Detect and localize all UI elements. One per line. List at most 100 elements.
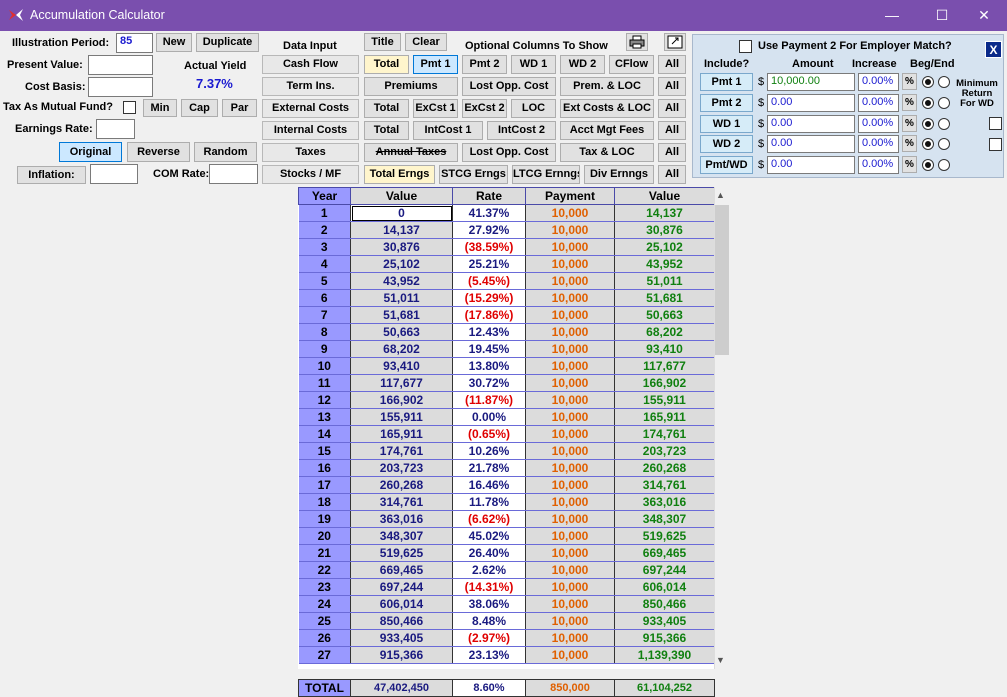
pmt1-amount-input[interactable]: 10,000.00 (767, 73, 855, 91)
payment-cell[interactable]: 10,000 (525, 272, 615, 290)
year-cell[interactable]: 4 (298, 255, 351, 273)
col-tax-loc[interactable]: Tax & LOC (560, 143, 654, 162)
year-cell[interactable]: 18 (298, 493, 351, 511)
rate-cell[interactable]: (0.65%) (452, 425, 526, 443)
col-loc[interactable]: LOC (511, 99, 556, 118)
year-cell[interactable]: 23 (298, 578, 351, 596)
wd2-min-return-checkbox[interactable] (989, 138, 1002, 151)
rate-cell[interactable]: 21.78% (452, 459, 526, 477)
printer-icon[interactable] (626, 33, 648, 51)
rate-cell[interactable]: 38.06% (452, 595, 526, 613)
col-div-ernings[interactable]: Div Ernngs (584, 165, 654, 184)
start-value-cell[interactable]: 174,761 (350, 442, 453, 460)
year-cell[interactable]: 3 (298, 238, 351, 256)
pmt1-beg-radio[interactable] (922, 76, 934, 88)
payment-cell[interactable]: 10,000 (525, 340, 615, 358)
year-cell[interactable]: 7 (298, 306, 351, 324)
pmt2-end-radio[interactable] (938, 97, 950, 109)
year-cell[interactable]: 2 (298, 221, 351, 239)
year-cell[interactable]: 8 (298, 323, 351, 341)
table-row[interactable]: 11 117,677 30.72% 10,000 166,902 (298, 374, 714, 392)
close-panel-icon[interactable]: X (985, 41, 1002, 58)
col-all-taxes[interactable]: All (658, 143, 686, 162)
payment-cell[interactable]: 10,000 (525, 459, 615, 477)
rate-cell[interactable]: (6.62%) (452, 510, 526, 528)
rate-cell[interactable]: (2.97%) (452, 629, 526, 647)
wd1-pct-button[interactable]: % (902, 115, 917, 132)
start-value-cell[interactable]: 25,102 (350, 255, 453, 273)
payment-cell[interactable]: 10,000 (525, 391, 615, 409)
external-costs-button[interactable]: External Costs (262, 99, 359, 118)
table-row[interactable]: 6 51,011 (15.29%) 10,000 51,681 (298, 289, 714, 307)
par-button[interactable]: Par (222, 99, 257, 117)
end-value-cell[interactable]: 1,139,390 (614, 646, 714, 664)
end-value-cell[interactable]: 348,307 (614, 510, 714, 528)
reverse-button[interactable]: Reverse (127, 142, 190, 162)
end-value-cell[interactable]: 850,466 (614, 595, 714, 613)
end-value-cell[interactable]: 203,723 (614, 442, 714, 460)
payment-cell[interactable]: 10,000 (525, 289, 615, 307)
payment-cell[interactable]: 10,000 (525, 527, 615, 545)
end-value-cell[interactable]: 174,761 (614, 425, 714, 443)
table-row[interactable]: 25 850,466 8.48% 10,000 933,405 (298, 612, 714, 630)
start-value-cell[interactable]: 30,876 (350, 238, 453, 256)
start-value-cell[interactable]: 606,014 (350, 595, 453, 613)
payment-cell[interactable]: 10,000 (525, 476, 615, 494)
end-value-cell[interactable]: 915,366 (614, 629, 714, 647)
end-value-cell[interactable]: 25,102 (614, 238, 714, 256)
pmt1-end-radio[interactable] (938, 76, 950, 88)
rate-cell[interactable]: 12.43% (452, 323, 526, 341)
new-button[interactable]: New (156, 33, 192, 52)
maximize-icon[interactable]: ☐ (919, 0, 965, 31)
table-row[interactable]: 24 606,014 38.06% 10,000 850,466 (298, 595, 714, 613)
payment-cell[interactable]: 10,000 (525, 544, 615, 562)
col-intcost1[interactable]: IntCost 1 (413, 121, 483, 140)
close-icon[interactable]: ✕ (961, 0, 1007, 31)
wd1-increase-input[interactable]: 0.00% (858, 115, 899, 133)
wd2-include-button[interactable]: WD 2 (700, 135, 753, 153)
table-row[interactable]: 27 915,366 23.13% 10,000 1,139,390 (298, 646, 714, 664)
rate-cell[interactable]: 2.62% (452, 561, 526, 579)
year-cell[interactable]: 1 (298, 204, 351, 222)
pmt-wd-beg-radio[interactable] (922, 159, 934, 171)
end-value-cell[interactable]: 933,405 (614, 612, 714, 630)
col-excst2[interactable]: ExCst 2 (462, 99, 507, 118)
pmt2-pct-button[interactable]: % (902, 94, 917, 111)
rate-cell[interactable]: 45.02% (452, 527, 526, 545)
year-cell[interactable]: 14 (298, 425, 351, 443)
col-all-ernings[interactable]: All (658, 165, 686, 184)
payment-cell[interactable]: 10,000 (525, 442, 615, 460)
year-cell[interactable]: 11 (298, 374, 351, 392)
col-cflow[interactable]: CFlow (609, 55, 654, 74)
payment-cell[interactable]: 10,000 (525, 578, 615, 596)
payment-cell[interactable]: 10,000 (525, 204, 615, 222)
end-value-cell[interactable]: 50,663 (614, 306, 714, 324)
rate-cell[interactable]: 41.37% (452, 204, 526, 222)
clear-button[interactable]: Clear (405, 33, 447, 51)
end-value-cell[interactable]: 606,014 (614, 578, 714, 596)
end-value-cell[interactable]: 93,410 (614, 340, 714, 358)
payment-cell[interactable]: 10,000 (525, 306, 615, 324)
payment-cell[interactable]: 10,000 (525, 238, 615, 256)
end-value-cell[interactable]: 314,761 (614, 476, 714, 494)
end-value-cell[interactable]: 43,952 (614, 255, 714, 273)
pmt2-beg-radio[interactable] (922, 97, 934, 109)
pmt1-pct-button[interactable]: % (902, 73, 917, 90)
present-value-input[interactable] (88, 55, 153, 75)
start-value-cell[interactable]: 165,911 (350, 425, 453, 443)
year-cell[interactable]: 25 (298, 612, 351, 630)
start-value-cell[interactable]: 260,268 (350, 476, 453, 494)
start-value-cell[interactable]: 43,952 (350, 272, 453, 290)
start-value-cell[interactable]: 155,911 (350, 408, 453, 426)
year-cell[interactable]: 19 (298, 510, 351, 528)
year-cell[interactable]: 20 (298, 527, 351, 545)
table-row[interactable]: 20 348,307 45.02% 10,000 519,625 (298, 527, 714, 545)
end-value-cell[interactable]: 14,137 (614, 204, 714, 222)
end-value-cell[interactable]: 155,911 (614, 391, 714, 409)
col-intcost2[interactable]: IntCost 2 (487, 121, 556, 140)
start-value-cell[interactable]: 50,663 (350, 323, 453, 341)
scroll-down-icon[interactable]: ▼ (716, 655, 725, 665)
end-value-cell[interactable]: 117,677 (614, 357, 714, 375)
payment-cell[interactable]: 10,000 (525, 595, 615, 613)
col-all-internal[interactable]: All (658, 121, 686, 140)
